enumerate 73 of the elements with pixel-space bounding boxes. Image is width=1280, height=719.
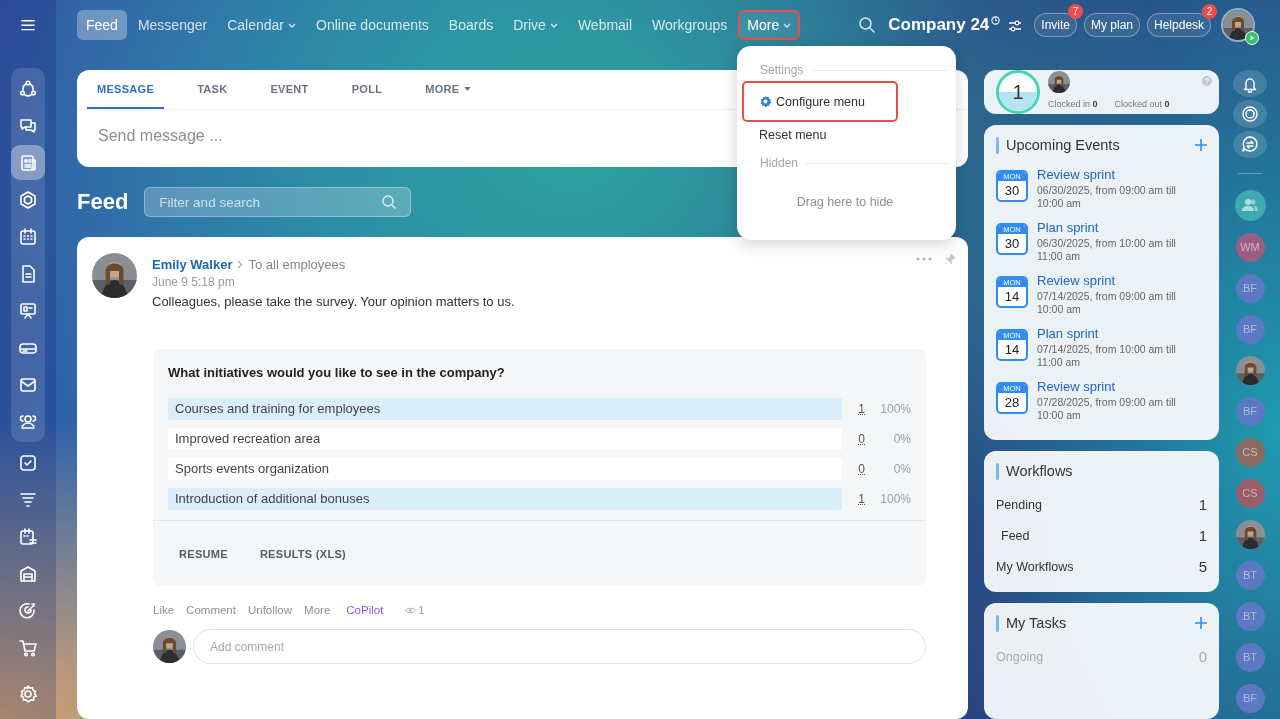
- vote-count[interactable]: 0: [842, 462, 865, 476]
- nav-tab[interactable]: Messenger: [128, 10, 217, 40]
- event-time: 06/30/2025, from 10:00 am till 11:00 am: [1037, 237, 1177, 263]
- post-text: Colleagues, please take the survey. Your opinion matters to us.: [152, 294, 515, 309]
- page-title: Feed: [77, 189, 129, 215]
- widget-title: Workflows: [1006, 463, 1074, 479]
- vote-percent: 0%: [892, 462, 911, 476]
- widget-title: Upcoming Events: [1006, 137, 1121, 153]
- composer-tab[interactable]: TASK: [187, 70, 238, 109]
- header-button[interactable]: My plan: [1084, 13, 1141, 37]
- answer-text: Courses and training for employees: [174, 401, 381, 416]
- vote-count[interactable]: 0: [842, 432, 865, 446]
- answer-text: Improved recreation area: [174, 431, 321, 446]
- event-link[interactable]: Review sprint: [1037, 273, 1197, 288]
- vote-percent: 0%: [892, 432, 911, 446]
- event-time: 07/14/2025, from 10:00 am till 11:00 am: [1037, 343, 1177, 369]
- vote-percent: 100%: [879, 402, 911, 416]
- event-link[interactable]: Review sprint: [1037, 379, 1197, 394]
- event-time: 07/14/2025, from 09:00 am till 10:00 am: [1037, 290, 1177, 316]
- message-field[interactable]: Send message ...: [96, 126, 696, 146]
- action-link[interactable]: Comment: [186, 604, 236, 616]
- author-link[interactable]: Emily Walker: [152, 257, 233, 272]
- vote-percent: 100%: [879, 492, 911, 506]
- nav-tab[interactable]: More: [738, 10, 801, 40]
- section-label: Hidden: [760, 156, 799, 170]
- event-link[interactable]: Plan sprint: [1037, 220, 1197, 235]
- section-label: Settings: [760, 63, 804, 77]
- poll-button[interactable]: RESUME: [179, 547, 228, 560]
- composer-tab[interactable]: MESSAGE: [87, 70, 165, 109]
- worktime-counter[interactable]: 1: [996, 70, 1040, 114]
- count-badge: 7: [1068, 4, 1083, 19]
- contact-avatar[interactable]: CS: [1235, 479, 1265, 508]
- contact-avatar[interactable]: CS: [1235, 438, 1265, 467]
- nav-tab[interactable]: Calendar: [218, 10, 305, 40]
- composer-tab[interactable]: EVENT: [260, 70, 319, 109]
- composer-tab[interactable]: POLL: [341, 70, 393, 109]
- clocked-out-text: Clocked out 0: [1114, 99, 1170, 109]
- vote-count[interactable]: 1: [842, 402, 865, 416]
- copilot-link[interactable]: CoPilot: [346, 604, 384, 616]
- action-link[interactable]: Unfollow: [247, 604, 293, 616]
- nav-tab[interactable]: Boards: [439, 10, 503, 40]
- nav-tab[interactable]: Webmail: [568, 10, 642, 40]
- answer-text: Introduction of additional bonuses: [174, 491, 370, 506]
- answer-text: Sports events organization: [174, 461, 329, 476]
- widget-title: My Tasks: [1006, 615, 1068, 631]
- widget-row[interactable]: Pending 1: [984, 489, 1219, 520]
- composer-tab[interactable]: MORE: [415, 70, 482, 109]
- nav-tab[interactable]: Drive: [504, 10, 567, 40]
- count-badge: 2: [1202, 4, 1218, 19]
- widget-row[interactable]: My Workflows 5: [984, 551, 1219, 582]
- post-time: June 9 5:18 pm: [152, 275, 236, 289]
- event-time: 07/28/2025, from 09:00 am till 10:00 am: [1037, 396, 1177, 422]
- menu-item[interactable]: Configure menu: [742, 81, 898, 122]
- menu-item[interactable]: Reset menu: [742, 123, 898, 147]
- poll-button[interactable]: RESULTS (XLS): [259, 547, 347, 560]
- comment-field[interactable]: Add comment: [193, 629, 926, 664]
- audience-text: To all employees: [248, 257, 346, 272]
- nav-tab[interactable]: Feed: [77, 10, 127, 40]
- clocked-in-text: Clocked in 0: [1048, 99, 1098, 109]
- event-link[interactable]: Review sprint: [1037, 167, 1197, 182]
- nav-tab[interactable]: Online documents: [307, 10, 438, 40]
- drop-hint: Drag here to hide: [795, 195, 895, 209]
- nav-tab[interactable]: Workgroups: [643, 10, 737, 40]
- action-link[interactable]: Like: [153, 604, 175, 616]
- company-name: Company 24: [888, 15, 990, 35]
- widget-row[interactable]: Feed 1: [984, 520, 1219, 551]
- event-time: 06/30/2025, from 09:00 am till 10:00 am: [1037, 184, 1177, 210]
- vote-count[interactable]: 1: [842, 492, 865, 506]
- poll-question: What initiatives would you like to see in the company?: [167, 363, 506, 382]
- contact-avatar[interactable]: WM: [1235, 233, 1265, 262]
- action-link[interactable]: More: [304, 604, 331, 616]
- event-link[interactable]: Plan sprint: [1037, 326, 1197, 341]
- view-count: 1: [418, 604, 425, 616]
